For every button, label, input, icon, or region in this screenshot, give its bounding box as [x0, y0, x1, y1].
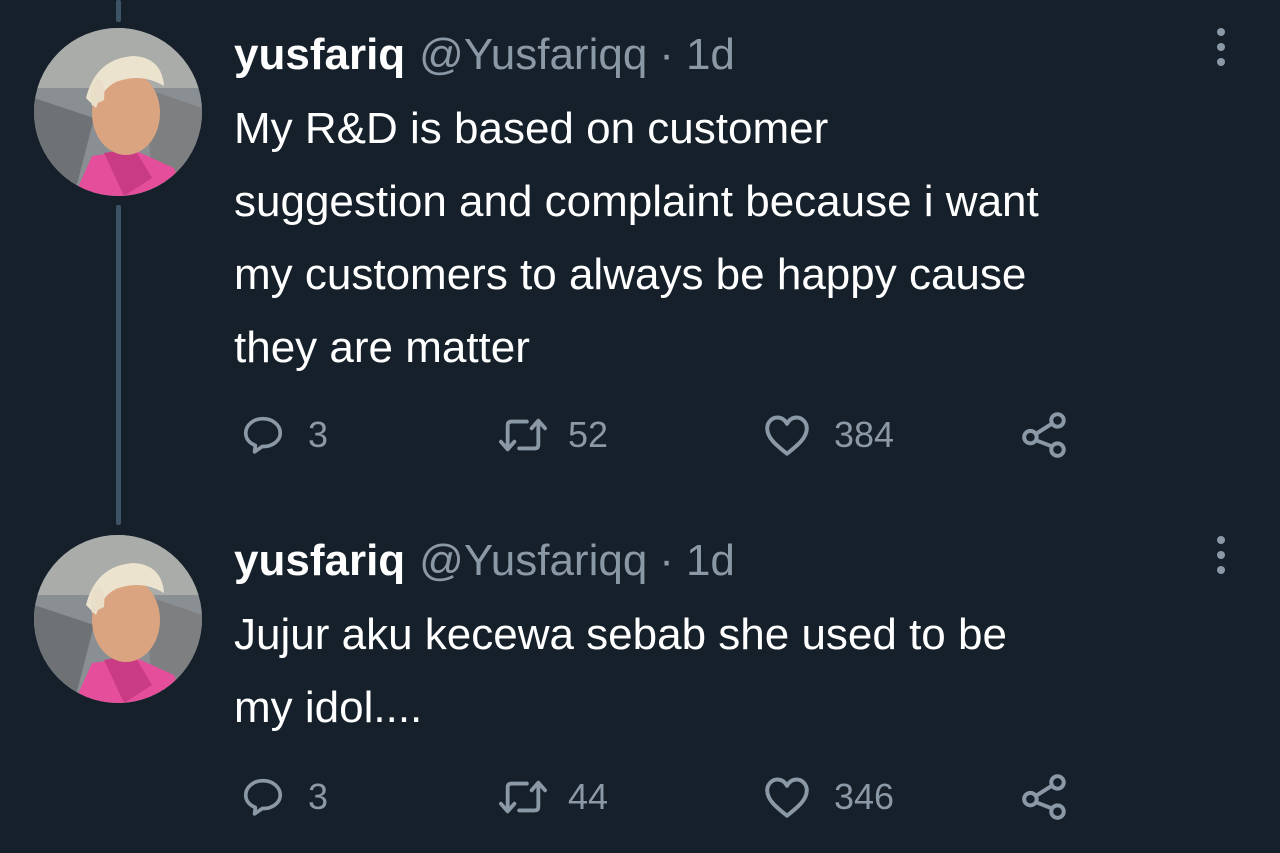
like-count: 346 — [834, 776, 895, 817]
retweet-count: 52 — [568, 414, 609, 455]
tweet-text: Jujur aku kecewa sebab she used to be my… — [234, 610, 1007, 732]
reply-icon — [243, 778, 283, 816]
reply-button[interactable]: 3 — [240, 770, 328, 824]
retweet-icon — [499, 780, 547, 814]
display-name[interactable]: yusfariq — [234, 536, 405, 586]
timestamp[interactable]: 1d — [686, 30, 735, 80]
share-button[interactable] — [1020, 770, 1070, 824]
timestamp[interactable]: 1d — [686, 536, 735, 586]
retweet-button[interactable]: 52 — [496, 408, 608, 462]
retweet-icon — [499, 418, 547, 452]
tweet-header: yusfariq @Yusfariqq · 1d — [234, 30, 1254, 80]
tweet-text: My R&D is based on customer suggestion a… — [234, 104, 1039, 372]
avatar[interactable] — [34, 535, 202, 703]
reply-count: 3 — [308, 776, 329, 817]
like-button[interactable]: 384 — [762, 408, 894, 462]
tweet-1[interactable]: yusfariq @Yusfariqq · 1d My R&D is based… — [0, 0, 1280, 500]
retweet-count: 44 — [568, 776, 609, 817]
handle[interactable]: @Yusfariqq — [419, 30, 647, 80]
reply-button[interactable]: 3 — [240, 408, 328, 462]
avatar[interactable] — [34, 28, 202, 196]
heart-icon — [765, 415, 809, 456]
retweet-button[interactable]: 44 — [496, 770, 608, 824]
more-icon[interactable] — [1206, 22, 1236, 72]
share-button[interactable] — [1020, 408, 1070, 462]
share-icon — [1022, 774, 1066, 820]
tweet-header: yusfariq @Yusfariqq · 1d — [234, 536, 1254, 586]
action-bar: 3 44 346 — [240, 770, 1080, 824]
display-name[interactable]: yusfariq — [234, 30, 405, 80]
share-icon — [1022, 412, 1066, 458]
separator: · — [659, 536, 674, 585]
action-bar: 3 52 384 — [240, 408, 1080, 462]
avatar-photo — [34, 535, 202, 703]
heart-icon — [765, 777, 809, 818]
like-count: 384 — [834, 414, 895, 455]
separator: · — [659, 30, 674, 79]
more-icon[interactable] — [1206, 530, 1236, 580]
avatar-photo — [34, 28, 202, 196]
handle[interactable]: @Yusfariqq — [419, 536, 647, 586]
reply-icon — [243, 416, 283, 454]
reply-count: 3 — [308, 414, 329, 455]
like-button[interactable]: 346 — [762, 770, 894, 824]
tweet-2[interactable]: yusfariq @Yusfariqq · 1d Jujur aku kecew… — [0, 500, 1280, 853]
